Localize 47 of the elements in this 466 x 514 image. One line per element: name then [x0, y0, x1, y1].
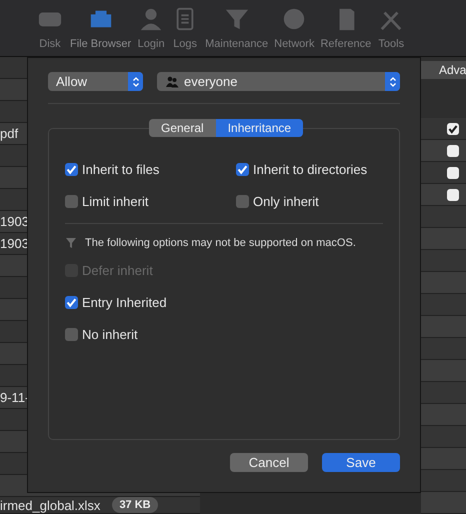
checkbox-label: Defer inherit	[82, 263, 153, 278]
toolbar-item[interactable]: Network	[274, 0, 314, 56]
checkbox[interactable]	[236, 195, 249, 208]
checkbox[interactable]	[65, 328, 78, 341]
checkbox-label: No inherit	[82, 327, 138, 342]
tab[interactable]: Inherritance	[216, 119, 304, 137]
checkbox-label: Inherit to files	[82, 162, 160, 177]
checkbox[interactable]	[447, 144, 459, 156]
checkbox[interactable]	[447, 188, 459, 200]
toolbar-item[interactable]: Maintenance	[205, 0, 268, 56]
checkbox[interactable]	[65, 163, 78, 176]
toolbar-item[interactable]: File Browser	[70, 0, 132, 56]
toolbar-item[interactable]: Disk	[36, 0, 64, 56]
toolbar-item[interactable]: Reference	[320, 0, 372, 56]
checkbox[interactable]	[447, 122, 459, 134]
save-button[interactable]: Save	[322, 453, 400, 472]
access-dropdown[interactable]: Allow	[48, 72, 143, 91]
file-size: 37 KB	[112, 497, 158, 513]
table-row	[421, 448, 466, 470]
people-icon	[165, 76, 179, 88]
checkbox-label: Inherit to directories	[253, 162, 368, 177]
file-name: 9-11-	[0, 390, 30, 405]
table-row	[421, 316, 466, 338]
checkbox[interactable]	[447, 166, 459, 178]
principal-dropdown[interactable]: everyone	[157, 72, 400, 91]
chevron-updown-icon	[388, 76, 396, 88]
table-row	[421, 272, 466, 294]
cancel-button[interactable]: Cancel	[230, 453, 308, 472]
checkbox[interactable]	[65, 296, 78, 309]
checkbox[interactable]	[236, 163, 249, 176]
toolbar-item[interactable]: Tools	[377, 0, 406, 56]
file-name: pdf	[0, 126, 18, 141]
table-row	[421, 360, 466, 382]
toolbar-item[interactable]: Login	[137, 0, 166, 56]
checkbox-label: Limit inherit	[82, 194, 148, 209]
tab[interactable]: Adva	[421, 61, 466, 80]
checkbox[interactable]	[65, 195, 78, 208]
table-row	[421, 228, 466, 250]
warning-text: The following options may not be supported on macOS.	[85, 237, 356, 249]
funnel-icon	[65, 237, 77, 249]
toolbar-item[interactable]: Logs	[171, 0, 200, 56]
chevron-updown-icon	[132, 76, 140, 88]
file-name: irmed_global.xlsx	[0, 498, 100, 512]
table-row	[421, 404, 466, 426]
checkbox-label: Only inherit	[253, 194, 319, 209]
tab[interactable]: General	[149, 119, 216, 137]
checkbox-label: Entry Inherited	[82, 295, 167, 310]
